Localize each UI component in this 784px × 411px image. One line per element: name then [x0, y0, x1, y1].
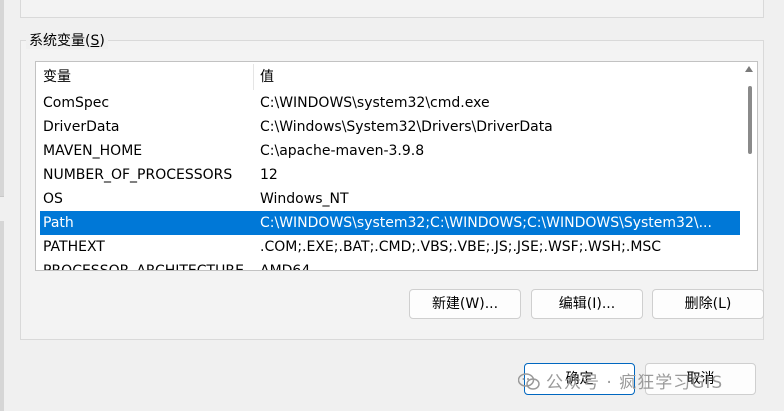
table-row[interactable]: OS Windows_NT	[40, 187, 740, 211]
table-row[interactable]: PROCESSOR_ARCHITECTURE AMD64	[40, 259, 740, 271]
variable-value: .COM;.EXE;.BAT;.CMD;.VBS;.VBE;.JS;.JSE;.…	[260, 239, 662, 255]
system-variables-list[interactable]: 变量 值 ComSpec C:\WINDOWS\system32\cmd.exe…	[35, 61, 758, 271]
variable-value: 12	[260, 167, 278, 183]
wechat-icon	[518, 373, 540, 390]
variable-name: DriverData	[43, 119, 120, 135]
variable-value: C:\WINDOWS\system32\cmd.exe	[260, 95, 490, 111]
table-row[interactable]: NUMBER_OF_PROCESSORS 12	[40, 163, 740, 187]
variable-value: C:\Windows\System32\Drivers\DriverData	[260, 119, 553, 135]
scroll-thumb[interactable]	[748, 86, 752, 154]
variable-name: NUMBER_OF_PROCESSORS	[43, 167, 233, 183]
variable-name: PROCESSOR_ARCHITECTURE	[43, 263, 244, 271]
variable-name: OS	[43, 191, 63, 207]
delete-button[interactable]: 删除(L)	[652, 289, 764, 319]
table-row[interactable]: DriverData C:\Windows\System32\Drivers\D…	[40, 115, 740, 139]
window-left-mark	[0, 196, 4, 221]
variable-value: C:\apache-maven-3.9.8	[260, 143, 425, 159]
column-separator[interactable]	[253, 64, 254, 90]
list-header: 变量 值	[36, 62, 742, 92]
table-row-selected[interactable]: Path C:\WINDOWS\system32;C:\WINDOWS;C:\W…	[40, 211, 740, 235]
watermark: 公众号 · 疯狂学习GIS	[518, 368, 723, 393]
watermark-text: 公众号 · 疯狂学习GIS	[546, 373, 724, 393]
table-row[interactable]: ComSpec C:\WINDOWS\system32\cmd.exe	[40, 91, 740, 115]
variable-name: PATHEXT	[43, 239, 105, 255]
variable-value: C:\WINDOWS\system32;C:\WINDOWS;C:\WINDOW…	[260, 215, 712, 231]
column-header-variable[interactable]: 变量	[43, 62, 71, 92]
column-header-value[interactable]: 值	[260, 62, 274, 92]
variable-value: AMD64	[260, 263, 311, 271]
new-button[interactable]: 新建(W)...	[409, 289, 521, 319]
table-row[interactable]: PATHEXT .COM;.EXE;.BAT;.CMD;.VBS;.VBE;.J…	[40, 235, 740, 259]
variable-name: Path	[43, 215, 74, 231]
system-variables-label: 系统变量(S)	[26, 33, 108, 49]
variable-name: MAVEN_HOME	[43, 143, 143, 159]
variable-name: ComSpec	[43, 95, 110, 111]
edit-button[interactable]: 编辑(I)...	[531, 289, 643, 319]
user-variables-panel-bottom	[20, 0, 764, 18]
scroll-up-arrow-icon[interactable]	[745, 66, 753, 72]
table-row[interactable]: MAVEN_HOME C:\apache-maven-3.9.8	[40, 139, 740, 163]
vertical-scrollbar[interactable]	[741, 62, 757, 270]
variable-value: Windows_NT	[260, 191, 349, 207]
